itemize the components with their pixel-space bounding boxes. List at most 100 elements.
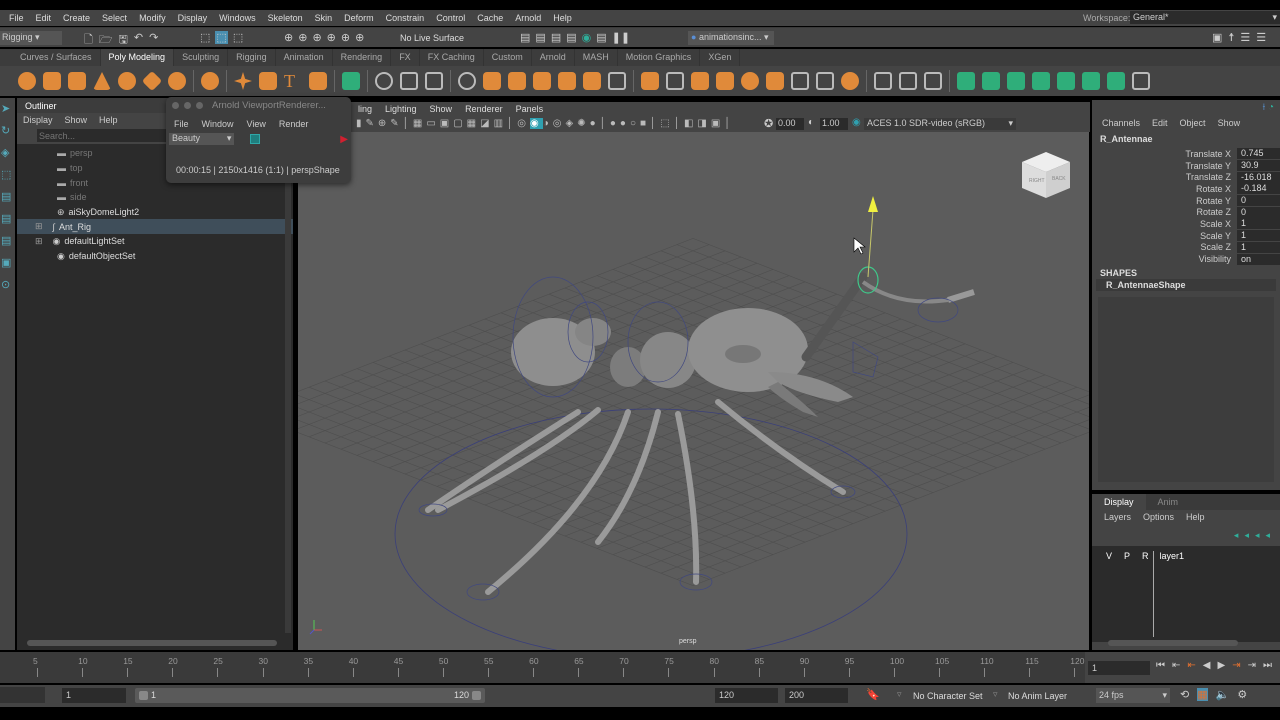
shelf-tab-sculpting[interactable]: Sculpting [174,49,229,66]
channel-menu-show[interactable]: Show [1218,118,1241,132]
step-forward-key-icon[interactable]: ⇥ [1248,660,1256,671]
step-forward-frame-icon[interactable]: ⇥ [1232,660,1240,671]
channel-row[interactable]: Scale X1 [1092,218,1280,230]
channel-label[interactable]: Scale Z [1092,242,1237,252]
channel-row[interactable]: Translate Z -16.018 [1092,171,1280,183]
user-account-button[interactable]: ● animationsinc... ▾ [688,31,774,45]
offset-icon[interactable] [791,72,809,90]
undo-icon[interactable]: ↶ [134,31,143,50]
smooth-icon[interactable] [533,72,551,90]
menu-edit[interactable]: Edit [36,13,52,26]
select-component-icon[interactable]: ⬚ [233,31,243,44]
outliner-item[interactable]: ⊞ ∫ Ant_Rig [17,219,293,235]
hypershade-icon[interactable]: ◉ [582,31,592,44]
expand-icon[interactable]: ⊞ [35,236,43,247]
pause-icon[interactable]: ❚❚ [612,31,630,44]
arnold-menu-window[interactable]: Window [202,119,234,129]
select-object-icon[interactable]: ⬚ [215,31,228,44]
channel-menu-object[interactable]: Object [1180,118,1206,132]
redo-icon[interactable]: ↷ [149,31,158,50]
move-manipulator-y-arrow[interactable] [868,196,878,212]
uv-editor-icon[interactable] [342,72,360,90]
shelf-tab-rendering[interactable]: Rendering [333,49,392,66]
layer-tab-anim[interactable]: Anim [1146,494,1191,510]
channel-menu-channels[interactable]: Channels [1102,118,1140,132]
poly-torus-icon[interactable] [118,72,136,90]
fill-hole-icon[interactable] [608,72,626,90]
layer-menu-help[interactable]: Help [1186,512,1205,524]
spherical-uv-icon[interactable] [1007,72,1025,90]
channel-value[interactable]: 0.745 [1237,148,1280,160]
aov-select[interactable]: Beauty ▾ [169,133,235,145]
channel-row[interactable]: Scale Z1 [1092,241,1280,254]
menu-control[interactable]: Control [436,13,465,26]
outliner-vscrollbar[interactable] [285,143,291,633]
menu-constrain[interactable]: Constrain [386,13,425,26]
channel-row[interactable]: Rotate X -0.184 [1092,183,1280,195]
poly-cube-icon[interactable] [43,72,61,90]
minimize-window-button[interactable] [184,101,191,109]
shelf-tab-motion-graphics[interactable]: Motion Graphics [618,49,701,66]
viewport-toolbar-icons[interactable]: ▮✎⊕✎│▦▭▣▢▦◪▥│◎◉◑◎◈✺●│●●○■│⬚│◧◨▣│ [356,118,735,129]
menu-skin[interactable]: Skin [315,13,333,26]
cache-playback-icon[interactable]: ▦ [1197,688,1208,701]
quad-draw-icon[interactable] [924,72,942,90]
snap-surface-icon[interactable]: ⊕ [341,31,350,44]
menu-arnold[interactable]: Arnold [515,13,541,26]
channel-row[interactable]: Scale Y1 [1092,230,1280,242]
menu-windows[interactable]: Windows [219,13,256,26]
shelf-tab-fx[interactable]: FX [391,49,420,66]
poke-icon[interactable] [766,72,784,90]
ipr-icon[interactable]: ▤ [551,31,561,44]
menu-display[interactable]: Display [178,13,208,26]
view-cube[interactable]: RIGHT BACK [1022,152,1070,198]
expand-icon[interactable]: ⊞ [35,221,43,232]
auto-key-icon[interactable]: 🔖 [866,688,880,701]
character-set-select[interactable]: No Character Set [913,691,983,701]
snap-view-icon[interactable]: ⊕ [327,31,336,44]
shelf-tab-fx-caching[interactable]: FX Caching [420,49,484,66]
arnold-menu-view[interactable]: View [247,119,266,129]
render-seq-icon[interactable]: ▤ [535,31,545,44]
channel-label[interactable]: Visibility [1092,254,1237,264]
snap-grid-icon[interactable]: ⊕ [284,31,293,44]
attribute-editor-icon[interactable]: ☰ [1240,31,1250,44]
poly-disc-icon[interactable] [168,72,186,90]
menu-select[interactable]: Select [102,13,127,26]
combine-icon[interactable] [458,72,476,90]
uv-layout-icon[interactable] [1082,72,1100,90]
layer-hscrollbar[interactable] [1108,640,1238,646]
anim-prefs-icon[interactable]: ⚙ [1237,688,1247,701]
shelf-tab-curves-surfaces[interactable]: Curves / Surfaces [12,49,101,66]
layer-visibility-toggle[interactable]: V [1106,551,1112,637]
anim-end-field[interactable]: 200 [785,688,848,703]
outliner-search-input[interactable] [37,129,177,142]
append-icon[interactable] [716,72,734,90]
channel-label[interactable]: Rotate Y [1092,196,1237,206]
tool-icons[interactable]: ➤ ↻ ◈ ⬚ ▤ ▤ ▤ ▣ ⊙ [0,98,15,296]
shelf-tab-mash[interactable]: MASH [575,49,618,66]
loop-icon[interactable]: ⟲ [1180,688,1189,701]
outliner-menu-help[interactable]: Help [99,115,118,126]
channel-box-icon[interactable]: ☰ [1256,31,1266,44]
new-scene-icon[interactable]: 🗋 [84,31,93,50]
shape-name[interactable]: R_AntennaeShape [1096,278,1276,291]
planar-uv-icon[interactable] [957,72,975,90]
platonic-solid-icon[interactable] [201,72,219,90]
menu-cache[interactable]: Cache [477,13,503,26]
playback-end-field[interactable]: 120 [715,688,778,703]
poly-plane-icon[interactable] [141,70,163,92]
render-settings-icon[interactable]: ▤ [566,31,576,44]
sound-icon[interactable]: 🔈 [1216,688,1230,701]
open-scene-icon[interactable]: 🗁 [99,31,113,50]
playback-start-field[interactable]: 1 [62,688,126,703]
channel-row[interactable]: Translate Y 30.9 [1092,160,1280,172]
shelf-tab-rigging[interactable]: Rigging [228,49,276,66]
bevel-box-icon[interactable] [691,72,709,90]
exposure-field[interactable]: 0.00 [776,118,804,130]
cut-uv-icon[interactable] [1107,72,1125,90]
poly-cone-icon[interactable] [93,72,111,90]
outliner-hscrollbar[interactable] [27,640,277,646]
step-back-key-icon[interactable]: ⇤ [1172,660,1180,671]
separate-icon[interactable] [483,72,501,90]
